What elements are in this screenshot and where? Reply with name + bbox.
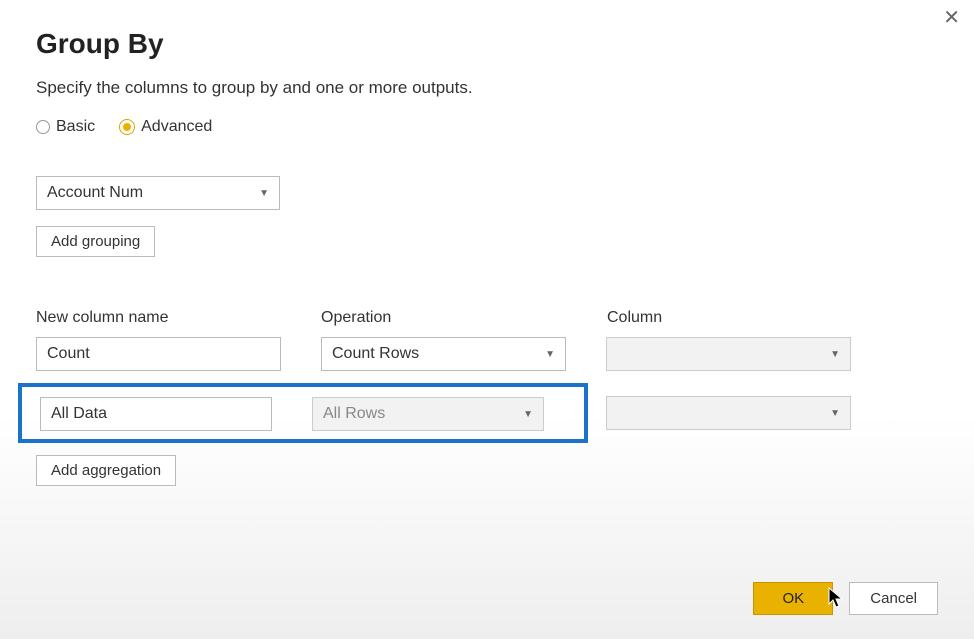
radio-basic-label: Basic xyxy=(56,118,95,136)
chevron-down-icon: ▼ xyxy=(830,349,840,360)
header-operation: Operation xyxy=(321,309,607,327)
grouping-column-value: Account Num xyxy=(47,184,143,202)
radio-icon-unchecked xyxy=(36,120,50,134)
new-column-name-input[interactable] xyxy=(40,397,272,431)
ok-button[interactable]: OK xyxy=(753,582,833,615)
chevron-down-icon: ▼ xyxy=(545,349,555,360)
column-dropdown[interactable]: ▼ xyxy=(606,337,851,371)
column-dropdown[interactable]: ▼ xyxy=(606,396,851,430)
dialog-footer: OK Cancel xyxy=(753,582,938,615)
add-aggregation-button[interactable]: Add aggregation xyxy=(36,455,176,486)
aggregation-header-row: New column name Operation Column xyxy=(36,309,938,327)
operation-dropdown[interactable]: Count Rows ▼ xyxy=(321,337,566,371)
grouping-column-dropdown[interactable]: Account Num ▼ xyxy=(36,176,280,210)
radio-dot-icon xyxy=(123,123,131,131)
new-column-name-input[interactable] xyxy=(36,337,281,371)
close-icon[interactable]: ✕ xyxy=(943,8,960,28)
dialog-title: Group By xyxy=(36,28,938,60)
chevron-down-icon: ▼ xyxy=(523,409,533,420)
operation-value: Count Rows xyxy=(332,345,419,363)
highlighted-aggregation-row: All Rows ▼ xyxy=(18,383,588,443)
chevron-down-icon: ▼ xyxy=(259,188,269,199)
dialog-body: Group By Specify the columns to group by… xyxy=(0,0,974,486)
radio-icon-checked xyxy=(119,119,135,135)
radio-basic[interactable]: Basic xyxy=(36,118,95,136)
radio-advanced[interactable]: Advanced xyxy=(119,118,212,136)
cancel-button[interactable]: Cancel xyxy=(849,582,938,615)
add-grouping-button[interactable]: Add grouping xyxy=(36,226,155,257)
aggregation-row: Count Rows ▼ ▼ xyxy=(36,337,938,371)
dialog-description: Specify the columns to group by and one … xyxy=(36,78,938,98)
operation-value: All Rows xyxy=(323,405,385,423)
operation-dropdown[interactable]: All Rows ▼ xyxy=(312,397,544,431)
radio-advanced-label: Advanced xyxy=(141,118,212,136)
header-column: Column xyxy=(607,309,852,327)
mode-radio-group: Basic Advanced xyxy=(36,118,938,136)
aggregation-row: All Rows ▼ xyxy=(40,397,584,431)
header-new-column-name: New column name xyxy=(36,309,321,327)
chevron-down-icon: ▼ xyxy=(830,408,840,419)
